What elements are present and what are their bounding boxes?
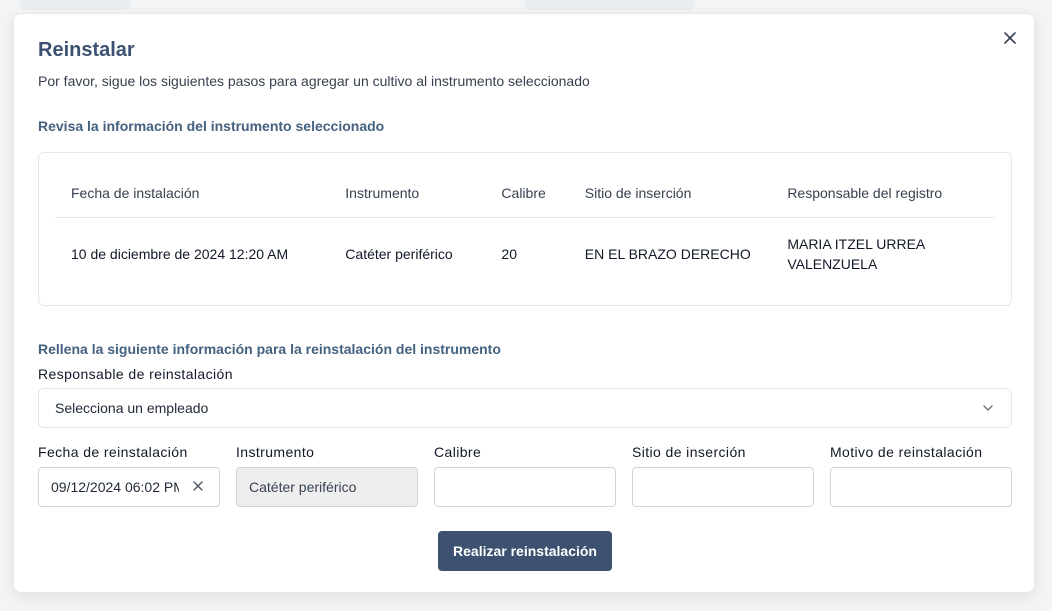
responsable-select-value: Selecciona un empleado [55, 400, 209, 416]
cell-sitio: EN EL BRAZO DERECHO [584, 246, 751, 262]
modal-title: Reinstalar [38, 39, 135, 61]
clear-icon[interactable] [191, 479, 205, 493]
backdrop-element [20, 0, 130, 10]
cell-fecha: 10 de diciembre de 2024 12:20 AM [71, 246, 289, 262]
sitio-input[interactable] [632, 467, 814, 507]
review-section-heading: Revisa la información del instrumento se… [38, 118, 385, 134]
cell-instrumento: Catéter periférico [345, 246, 453, 262]
table-header-row: Fecha de instalación Instrumento Calibre… [55, 169, 995, 218]
chevron-down-icon [983, 405, 993, 411]
instrument-info-card: Fecha de instalación Instrumento Calibre… [38, 152, 1012, 306]
instrumento-input: Catéter periférico [236, 467, 418, 507]
motivo-input[interactable] [830, 467, 1012, 507]
responsable-select[interactable]: Selecciona un empleado [38, 388, 1012, 428]
responsable-label: Responsable de reinstalación [38, 366, 233, 382]
fecha-input-value: 09/12/2024 06:02 PM [51, 479, 179, 495]
instrumento-input-value: Catéter periférico [249, 479, 357, 495]
submit-reinstall-button[interactable]: Realizar reinstalación [438, 531, 612, 571]
modal-subtitle: Por favor, sigue los siguientes pasos pa… [38, 73, 590, 89]
motivo-label: Motivo de reinstalación [830, 444, 983, 460]
column-header-responsable: Responsable del registro [771, 169, 995, 218]
sitio-label: Sitio de inserción [632, 444, 746, 460]
reinstall-modal: Reinstalar Por favor, sigue los siguient… [13, 13, 1035, 593]
close-button[interactable] [1000, 28, 1020, 48]
close-icon [1004, 32, 1016, 44]
form-section-heading: Rellena la siguiente información para la… [38, 341, 501, 357]
calibre-input[interactable] [434, 467, 616, 507]
cell-responsable: MARIA ITZEL URREA VALENZUELA [787, 236, 925, 272]
fecha-input[interactable]: 09/12/2024 06:02 PM [38, 467, 220, 507]
fecha-label: Fecha de reinstalación [38, 444, 188, 460]
column-header-calibre: Calibre [485, 169, 569, 218]
column-header-fecha: Fecha de instalación [55, 169, 330, 218]
calibre-label: Calibre [434, 444, 482, 460]
column-header-instrumento: Instrumento [329, 169, 486, 218]
column-header-sitio: Sitio de inserción [568, 169, 772, 218]
instrument-info-table: Fecha de instalación Instrumento Calibre… [55, 169, 995, 290]
cell-calibre: 20 [501, 246, 517, 262]
table-row: 10 de diciembre de 2024 12:20 AM Catéter… [55, 218, 995, 291]
instrumento-label: Instrumento [236, 444, 315, 460]
backdrop-element [525, 0, 695, 10]
